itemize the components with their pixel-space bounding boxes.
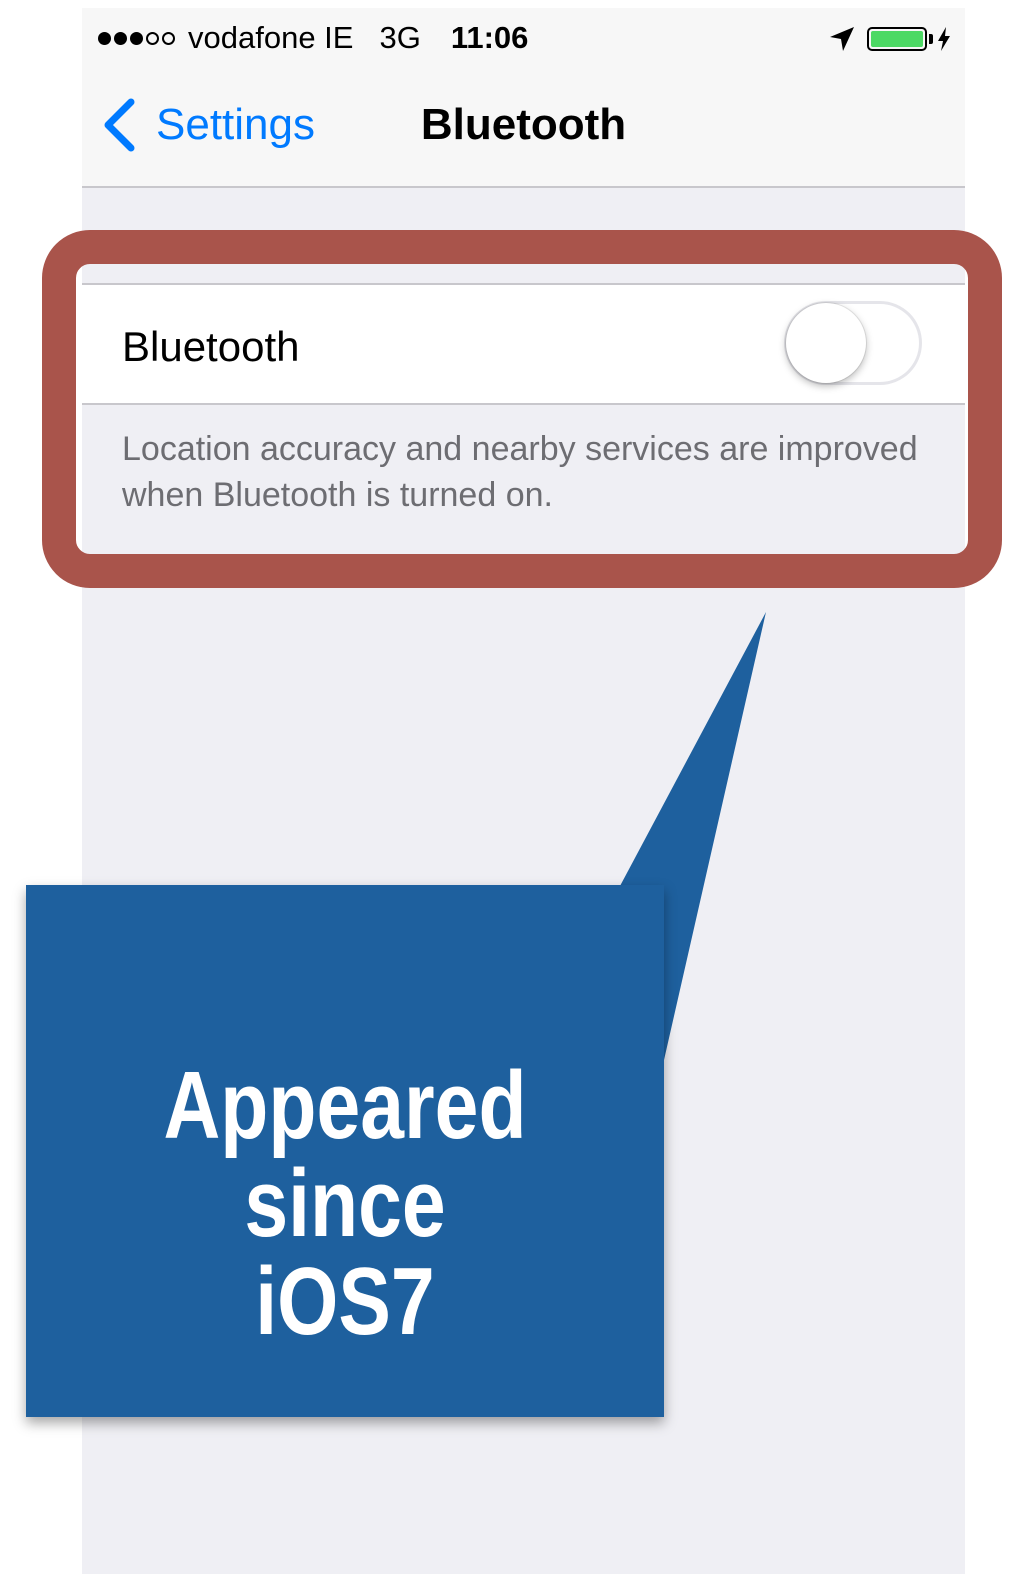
battery-icon xyxy=(867,27,927,51)
carrier-name: vodafone IE xyxy=(188,20,354,55)
status-bar: vodafone IE 3G 11:06 xyxy=(82,8,965,70)
navigation-header: vodafone IE 3G 11:06 Settings Bluetooth xyxy=(82,8,965,188)
location-arrow-icon xyxy=(830,27,854,51)
bluetooth-settings-group: Bluetooth xyxy=(82,283,965,405)
charging-bolt-icon xyxy=(938,27,950,51)
toggle-knob xyxy=(786,303,866,383)
page-title: Bluetooth xyxy=(420,100,627,149)
battery-level xyxy=(871,31,923,47)
bluetooth-toggle[interactable] xyxy=(784,301,922,385)
bluetooth-row-label: Bluetooth xyxy=(122,323,300,370)
annotation-callout: Appeared since iOS7 xyxy=(26,885,664,1417)
bluetooth-footer-note: Location accuracy and nearby services ar… xyxy=(122,430,918,514)
signal-strength-icon xyxy=(98,31,178,45)
annotation-text: Appeared since iOS7 xyxy=(163,1052,527,1355)
status-time: 11:06 xyxy=(450,20,529,55)
network-type: 3G xyxy=(379,20,421,55)
